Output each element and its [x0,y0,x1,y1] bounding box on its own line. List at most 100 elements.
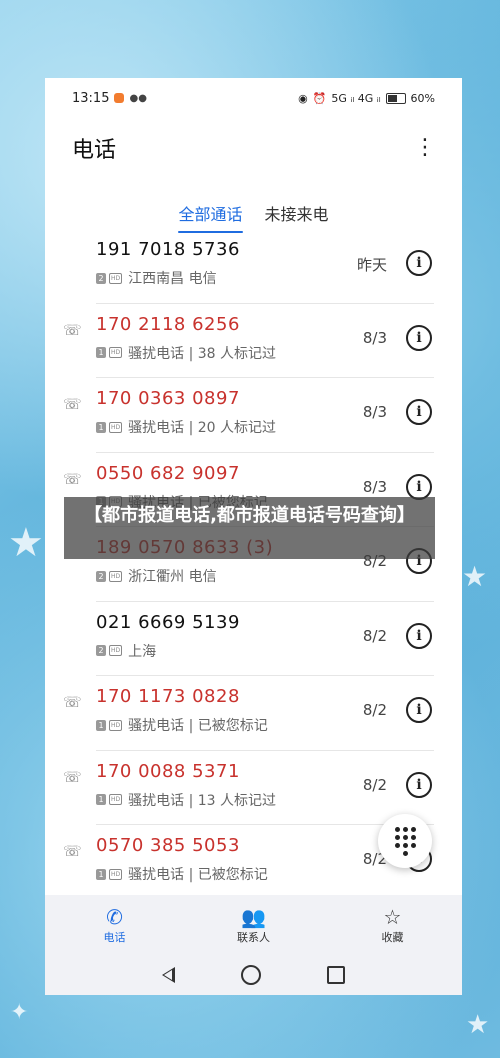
call-time: 8/3 [362,477,387,496]
call-location-label: 浙江衢州 电信 [128,569,217,585]
call-log-row[interactable]: ☏ 170 2118 6256 1 HD 骚扰电话 | 38 人标记过 8/3 i [45,302,462,378]
info-icon[interactable]: i [406,324,432,351]
call-log-row[interactable]: 021 6669 5139 2 HD 上海 8/2 i [45,600,462,676]
call-log-row[interactable]: ☏ 170 0363 0897 1 HD 骚扰电话 | 20 人标记过 8/3 i [45,377,462,452]
battery-level: 60% [410,91,435,105]
nav-phone-label: 电话 [103,931,126,944]
call-log-list: 191 7018 5736 2 HD 江西南昌 电信 昨天 i ☏ 170 2118 6256… [45,228,462,899]
wallpaper-star-icon: ★ [466,1010,490,1040]
contacts-icon: 👥 [241,905,266,929]
call-location-label: 骚扰电话 | 20 人标记过 [128,420,277,436]
hd-voice-badge: HD [109,570,123,582]
info-icon[interactable]: i [406,697,432,723]
battery-icon [385,92,406,104]
hd-voice-badge: HD [109,794,123,805]
call-location-label: 骚扰电话 | 13 人标记过 [128,792,277,809]
sim-card-badge: 2 [96,272,106,284]
sim-card-badge: 2 [96,645,106,656]
call-number: 170 1173 0828 [96,686,240,707]
call-time: 8/2 [362,701,387,719]
sim-card-badge: 1 [96,347,106,358]
back-icon[interactable] [162,967,175,983]
home-icon[interactable] [241,965,261,985]
dialpad-button[interactable] [378,814,432,868]
wallpaper-star-icon: ★ [8,520,44,566]
nav-contacts[interactable]: 👥 联系人 [204,905,304,945]
missed-call-icon: ☏ [63,469,82,488]
recents-icon[interactable] [327,966,345,984]
dialpad-dot [394,826,400,832]
hd-voice-badge: HD [109,645,123,656]
dialpad-dot [402,842,408,848]
more-vertical-icon[interactable]: ⋮ [414,137,436,159]
sim-card-badge: 2 [96,570,106,582]
call-location-label: 骚扰电话 | 38 人标记过 [128,345,277,362]
call-location-label: 骚扰电话 | 已被您标记 [128,718,268,734]
call-number: 170 0363 0897 [96,388,240,409]
hd-voice-badge: HD [109,272,123,284]
nav-favorites[interactable]: ☆ 收藏 [343,905,443,945]
dialpad-dot [402,826,408,832]
dialpad-dot [410,826,416,832]
info-icon[interactable]: i [406,250,432,276]
call-time: 8/3 [362,403,387,421]
call-location-label: 江西南昌 电信 [128,271,217,287]
status-bar: 13:15 ●● ◉ ⏰ 5G ᵢₗ 4G ᵢₗ 60% [45,78,462,118]
call-number: 0570 385 5053 [96,835,240,856]
tab-missed-calls[interactable]: 未接来电 [265,193,329,233]
call-log-row[interactable]: ☏ 170 1173 0828 1 HD 骚扰电话 | 已被您标记 8/2 i [45,675,462,750]
call-log-row[interactable]: ☏ 170 0088 5371 1 HD 骚扰电话 | 13 人标记过 8/2 i [45,749,462,825]
call-location-label: 上海 [128,643,157,660]
sim-card-badge: 1 [96,794,106,805]
call-meta: 1 HD 骚扰电话 | 13 人标记过 [96,790,276,810]
dialpad-dot [394,842,400,848]
app-header: 电话 ⋮ [45,118,462,178]
sim-card-badge: 1 [96,868,106,880]
dialpad-dot [410,842,416,848]
missed-call-icon: ☏ [63,395,82,413]
call-location-label: 骚扰电话 | 已被您标记 [128,867,268,883]
dialpad-dot [410,834,416,840]
call-meta: 2 HD 浙江衢州 电信 [96,566,217,586]
nav-contacts-label: 联系人 [237,931,270,944]
chat-notification-icon: ●● [129,92,147,104]
missed-call-icon: ☏ [63,320,82,339]
call-meta: 1HD 骚扰电话 | 已被您标记 [96,864,268,884]
call-meta: 1 HD 骚扰电话 | 20 人标记过 [96,417,276,437]
notification-app-icon [114,93,125,103]
nav-phone[interactable]: ✆ 电话 [65,905,165,945]
wallpaper-star-icon: ✦ [10,1000,29,1025]
missed-call-icon: ☏ [63,693,82,711]
call-meta: 2 HD 上海 [96,641,156,661]
hd-voice-badge: HD [109,347,123,358]
page-title: 电话 [72,138,117,163]
call-time: 8/3 [362,328,387,347]
missed-call-icon: ☏ [63,767,82,786]
hd-voice-badge: HD [109,868,123,880]
star-icon: ☆ [383,905,402,929]
dialpad-dot [394,834,400,840]
info-icon[interactable]: i [406,399,432,425]
info-icon[interactable]: i [406,473,432,500]
hd-voice-badge: HD [109,421,123,433]
hd-voice-badge: HD [109,719,123,731]
dialpad-dot [402,850,408,856]
bottom-navigation: ✆ 电话 👥 联系人 ☆ 收藏 [45,895,462,955]
call-number: 0550 682 9097 [96,462,240,484]
alarm-icon: ⏰ [312,91,327,105]
call-number: 191 7018 5736 [96,239,240,260]
call-time: 8/2 [362,626,387,645]
phone-icon: ✆ [106,905,123,929]
eye-icon: ◉ [298,91,308,105]
info-icon[interactable]: i [406,622,432,649]
call-log-row[interactable]: 191 7018 5736 2 HD 江西南昌 电信 昨天 i [45,228,462,303]
info-icon[interactable]: i [406,771,432,798]
call-meta: 1HD 骚扰电话 | 已被您标记 [96,715,268,735]
call-number: 170 2118 6256 [96,313,240,335]
tab-all-calls[interactable]: 全部通话 [178,193,243,233]
call-number: 170 0088 5371 [96,760,240,782]
call-time: 8/2 [362,775,387,794]
sim-card-badge: 1 [96,719,106,731]
call-meta: 1 HD 骚扰电话 | 38 人标记过 [96,343,276,363]
signal-icon: 5G ᵢₗ 4G ᵢₗ [331,91,381,105]
